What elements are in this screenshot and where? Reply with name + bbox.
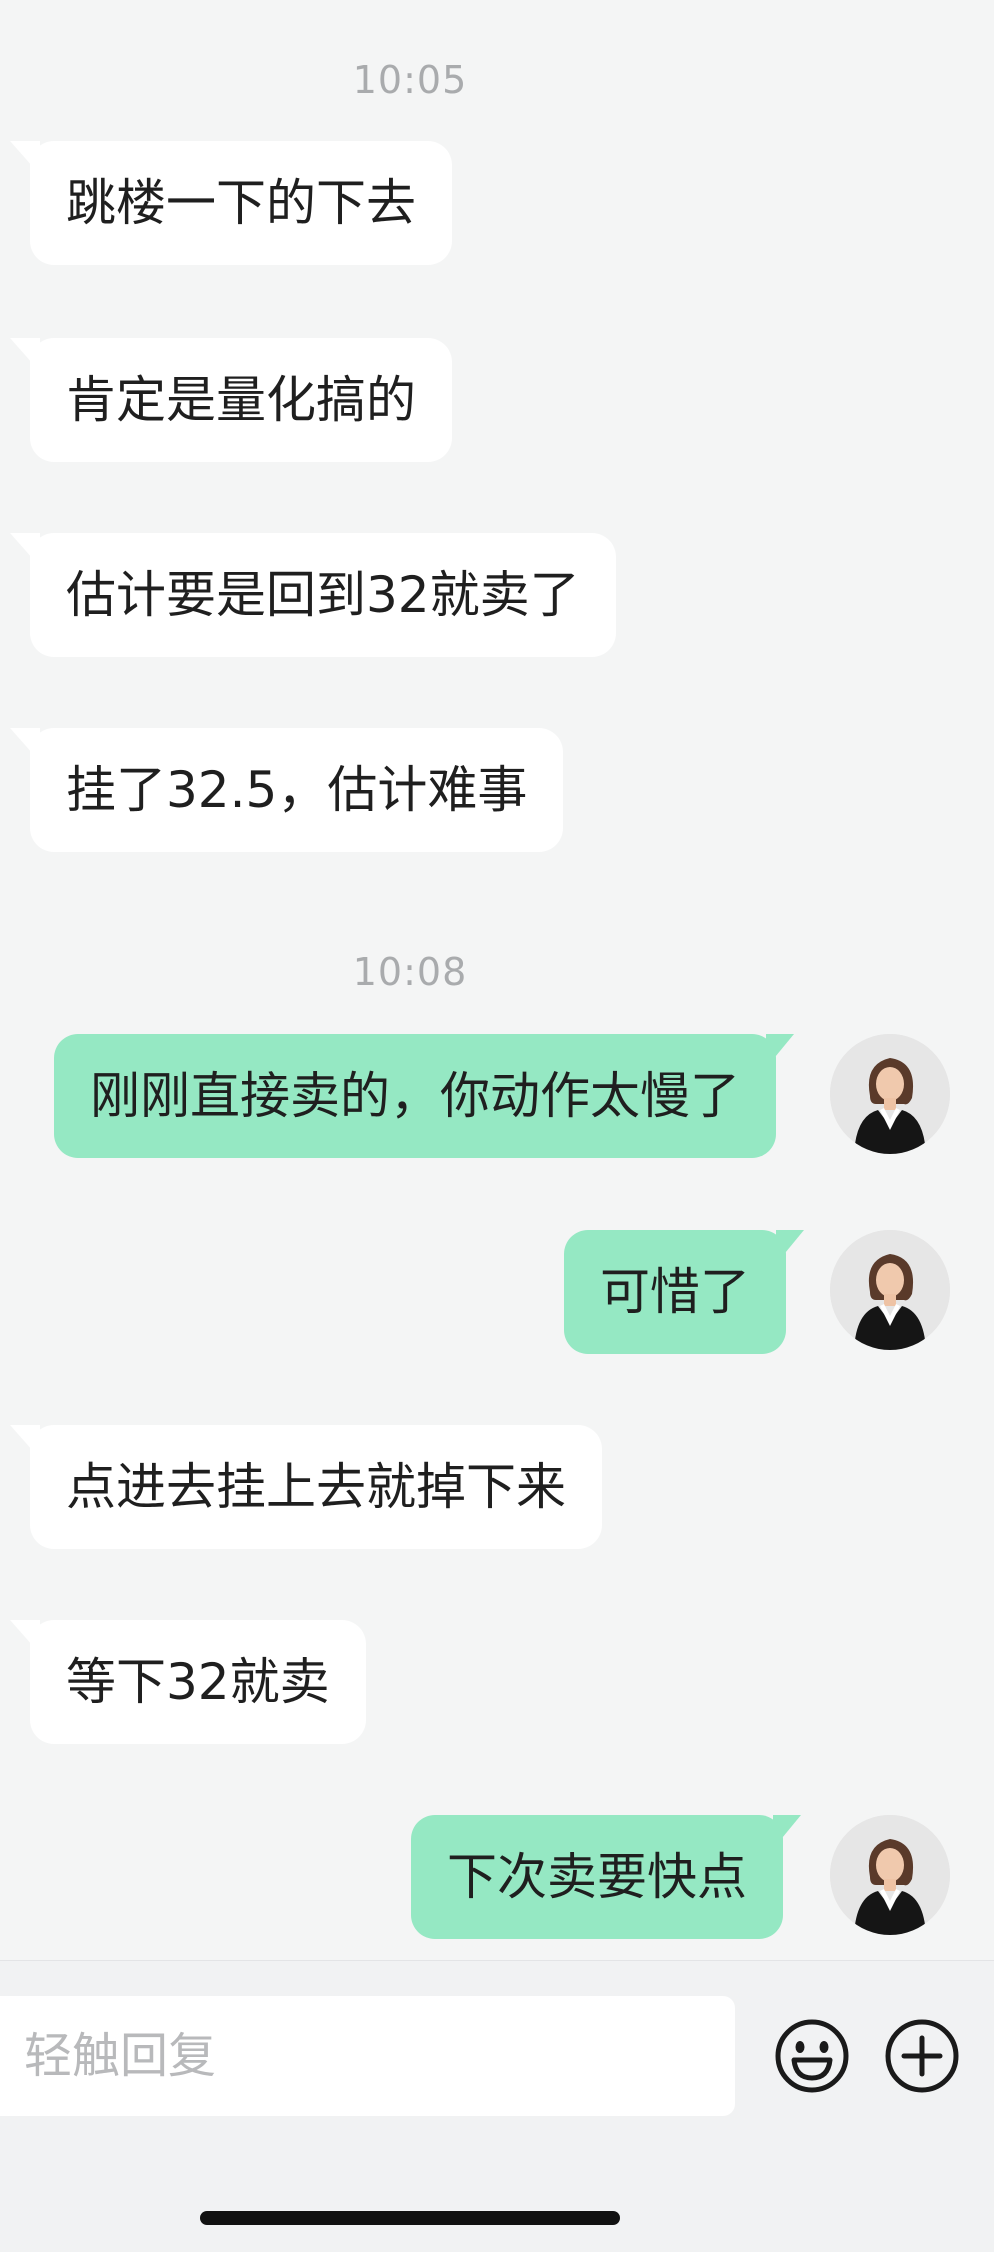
message-bubble-outgoing[interactable]: 可惜了 (564, 1230, 804, 1354)
emoji-button[interactable] (770, 2014, 854, 2098)
user-avatar[interactable] (830, 1230, 950, 1350)
user-avatar[interactable] (830, 1034, 950, 1154)
timestamp: 10:08 (352, 950, 468, 994)
chat-message-list[interactable]: 10:05 跳楼一下的下去 肯定是量化搞的 估计要是回到32就卖了 挂了32.5… (0, 0, 994, 1960)
message-bubble-incoming[interactable]: 挂了32.5，估计难事 (9, 728, 564, 852)
more-button[interactable] (880, 2014, 964, 2098)
avatar-portrait-icon (830, 1230, 950, 1350)
message-bubble-outgoing[interactable]: 刚刚直接卖的，你动作太慢了 (54, 1034, 794, 1158)
message-bubble-incoming[interactable]: 点进去挂上去就掉下来 (10, 1425, 602, 1549)
home-indicator (200, 2211, 620, 2225)
message-bubble-incoming[interactable]: 等下32就卖 (10, 1620, 366, 1744)
message-bubble-incoming[interactable]: 跳楼一下的下去 (10, 141, 452, 265)
message-bubble-incoming[interactable]: 肯定是量化搞的 (10, 338, 452, 462)
user-avatar[interactable] (830, 1815, 950, 1935)
plus-circle-icon (885, 2019, 959, 2093)
message-bubble-outgoing[interactable]: 下次卖要快点 (411, 1815, 801, 1939)
reply-input-bar (0, 1960, 994, 2252)
avatar-portrait-icon (830, 1815, 950, 1935)
message-bubble-incoming[interactable]: 估计要是回到32就卖了 (10, 533, 616, 657)
smiley-icon (775, 2019, 849, 2093)
avatar-portrait-icon (830, 1034, 950, 1154)
timestamp: 10:05 (352, 58, 468, 102)
reply-input[interactable] (0, 1996, 735, 2116)
